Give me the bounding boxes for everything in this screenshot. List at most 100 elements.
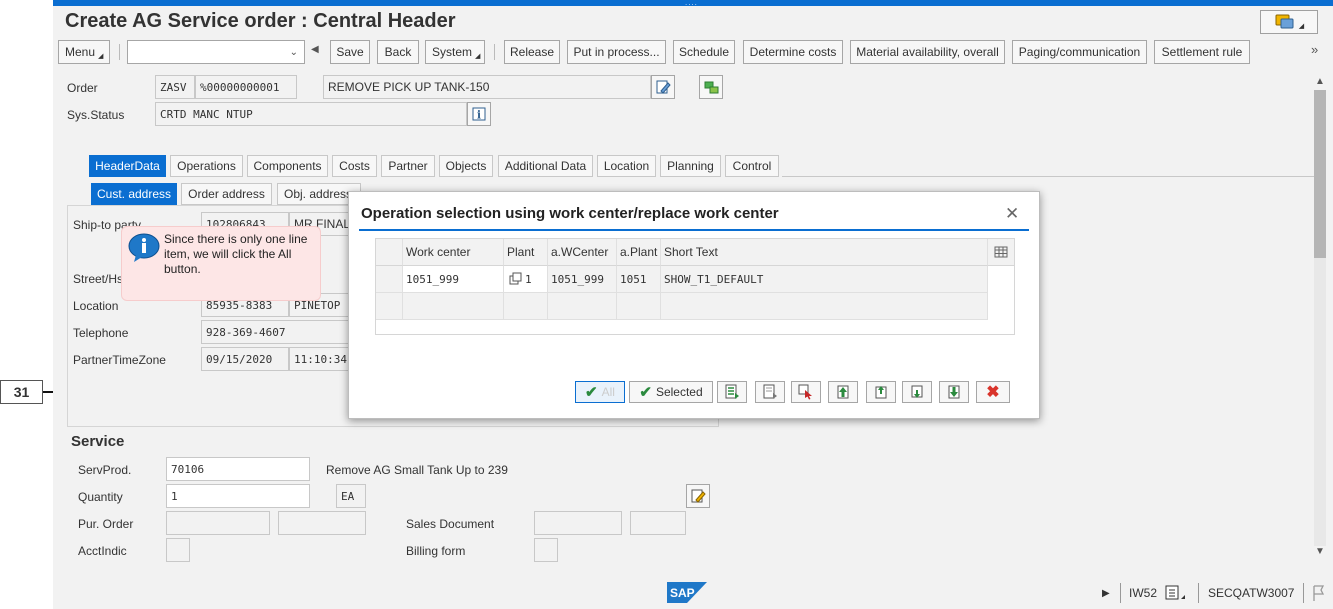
column-header-plant[interactable]: Plant	[504, 239, 548, 266]
arrow-first-icon	[837, 385, 849, 399]
tab-objects[interactable]: Objects	[439, 155, 493, 177]
session-list-icon[interactable]	[1164, 584, 1188, 605]
tab-location[interactable]: Location	[597, 155, 656, 177]
scroll-thumb[interactable]	[1314, 90, 1326, 258]
work-center-table: Work center Plant a.WCenter a.Plant Shor…	[375, 238, 1015, 335]
transaction-code: IW52	[1129, 586, 1158, 600]
tab-additional-data[interactable]: Additional Data	[498, 155, 593, 177]
vertical-scrollbar[interactable]: ▲ ▼	[1314, 76, 1326, 560]
material-availability-button[interactable]: Material availability, overall	[850, 40, 1005, 64]
flag-icon[interactable]	[1311, 584, 1327, 605]
dropdown-indicator-icon: ◢	[475, 52, 481, 60]
release-button-label: Release	[509, 45, 555, 59]
tab-operations[interactable]: Operations	[170, 155, 243, 177]
select-selected-button[interactable]: ✔ Selected	[629, 381, 713, 403]
edit-pencil-icon	[656, 80, 671, 94]
close-icon[interactable]: ✕	[1005, 204, 1019, 224]
cancel-x-icon: ✖	[986, 384, 1000, 401]
pur-order-date-field[interactable]	[278, 511, 366, 535]
system-menu-button[interactable]: System ◢	[425, 40, 485, 64]
cell-a-wcenter[interactable]: 1051_999	[548, 266, 617, 293]
billing-form-label: Billing form	[406, 544, 466, 558]
timezone-time-field[interactable]: 11:10:34	[289, 347, 351, 371]
checkmark-icon: ✔	[585, 384, 598, 401]
collapse-left-icon[interactable]: ◀	[311, 44, 319, 55]
cell-short-text[interactable]: SHOW_T1_DEFAULT	[661, 266, 988, 293]
subtab-order-address[interactable]: Order address	[181, 183, 272, 205]
arrow-up-icon	[875, 386, 887, 399]
tab-planning[interactable]: Planning	[660, 155, 721, 177]
row-selector[interactable]	[376, 293, 403, 320]
schedule-label: Schedule	[678, 45, 730, 59]
move-last-button[interactable]	[939, 381, 969, 403]
scroll-down-icon[interactable]: ▼	[1314, 546, 1326, 558]
object-list-button[interactable]	[699, 75, 723, 99]
row-selector[interactable]	[376, 266, 403, 293]
select-block-button[interactable]	[717, 381, 747, 403]
order-number-field[interactable]: %00000000001	[195, 75, 297, 99]
cell-work-center[interactable]: 1051_999	[403, 266, 504, 293]
back-button[interactable]: Back	[377, 40, 419, 64]
row-selector-header[interactable]	[376, 239, 403, 266]
resize-grip-icon[interactable]: ....	[685, 0, 698, 7]
determine-costs-button[interactable]: Determine costs	[743, 40, 843, 64]
column-header-short-text[interactable]: Short Text	[661, 239, 988, 266]
pur-order-field[interactable]	[166, 511, 270, 535]
back-button-label: Back	[384, 45, 412, 59]
cell-a-plant[interactable]: 1051	[617, 266, 661, 293]
settlement-rule-button[interactable]: Settlement rule	[1154, 40, 1250, 64]
dropdown-indicator-icon: ◢	[98, 52, 104, 60]
column-header-a-wcenter[interactable]: a.WCenter	[548, 239, 617, 266]
quantity-field[interactable]: 1	[166, 484, 310, 508]
cancel-button[interactable]: ✖	[976, 381, 1010, 403]
order-type-field[interactable]: ZASV	[155, 75, 195, 99]
unit-field[interactable]: EA	[336, 484, 366, 508]
cell-plant[interactable]: 1	[504, 266, 548, 293]
command-field[interactable]: ⌄	[127, 40, 305, 64]
service-edit-button[interactable]	[686, 484, 710, 508]
move-first-button[interactable]	[828, 381, 858, 403]
feedback-button[interactable]: ◢	[1260, 10, 1318, 34]
tab-header-data[interactable]: HeaderData	[89, 155, 166, 177]
acct-indic-field[interactable]	[166, 538, 190, 562]
tab-costs[interactable]: Costs	[332, 155, 377, 177]
save-button-label: Save	[336, 45, 364, 59]
quantity-label: Quantity	[78, 490, 123, 504]
move-down-button[interactable]	[902, 381, 932, 403]
paging-communication-button[interactable]: Paging/communication	[1012, 40, 1147, 64]
servprod-field[interactable]: 70106	[166, 457, 310, 481]
column-header-a-plant[interactable]: a.Plant	[617, 239, 661, 266]
put-in-process-button[interactable]: Put in process...	[567, 40, 666, 64]
menu-button[interactable]: Menu ◢	[58, 40, 110, 64]
move-up-button[interactable]	[866, 381, 896, 403]
edit-note-icon	[691, 489, 706, 503]
select-all-button[interactable]: ✔ All	[575, 381, 625, 403]
schedule-button[interactable]: Schedule	[673, 40, 735, 64]
info-icon: i	[472, 107, 486, 122]
edit-long-text-button[interactable]	[651, 75, 675, 99]
tab-components[interactable]: Components	[247, 155, 328, 177]
release-button[interactable]: Release	[504, 40, 560, 64]
timezone-date-field[interactable]: 09/15/2020	[201, 347, 289, 371]
column-header-work-center[interactable]: Work center	[403, 239, 504, 266]
table-settings-button[interactable]	[988, 239, 1014, 266]
save-button[interactable]: Save	[330, 40, 370, 64]
telephone-field[interactable]: 928-369-4607	[201, 320, 351, 344]
subtab-cust-address[interactable]: Cust. address	[91, 183, 177, 205]
expand-status-icon[interactable]: ▶	[1102, 588, 1110, 599]
scroll-up-icon[interactable]: ▲	[1314, 76, 1326, 88]
pick-button[interactable]	[791, 381, 821, 403]
more-actions-icon[interactable]: »	[1311, 42, 1318, 57]
status-info-button[interactable]: i	[467, 102, 491, 126]
sales-document-field[interactable]	[534, 511, 622, 535]
billing-form-field[interactable]	[534, 538, 558, 562]
status-divider	[1120, 583, 1121, 603]
order-description-field[interactable]: REMOVE PICK UP TANK-150	[323, 75, 651, 99]
tab-partner[interactable]: Partner	[381, 155, 435, 177]
tab-control[interactable]: Control	[725, 155, 779, 177]
sales-item-field[interactable]	[630, 511, 686, 535]
order-label: Order	[67, 81, 98, 95]
telephone-label: Telephone	[73, 326, 129, 340]
deselect-block-button[interactable]	[755, 381, 785, 403]
status-divider	[1198, 583, 1199, 603]
